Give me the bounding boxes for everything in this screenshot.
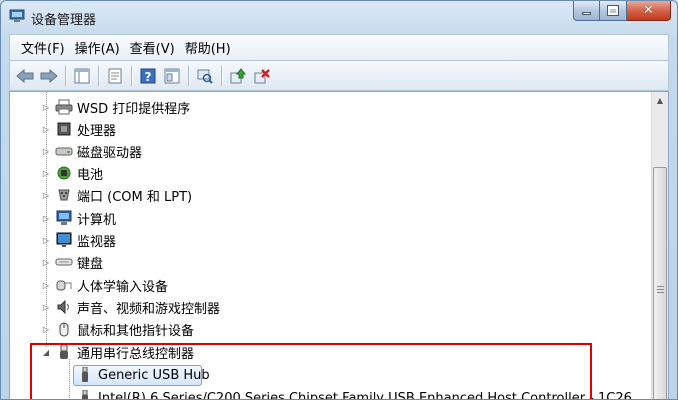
tree-item-label: WSD 打印提供程序	[77, 101, 191, 117]
menu-bar: 文件(F) 操作(A) 查看(V) 帮助(H)	[9, 34, 669, 60]
title-bar[interactable]: 设备管理器 ✕	[1, 1, 677, 33]
device-manager-icon	[9, 9, 25, 23]
tree-item-label: 处理器	[77, 123, 117, 139]
battery-icon	[55, 165, 73, 181]
minimize-icon	[582, 12, 591, 15]
expand-arrow-icon[interactable]: ▷	[41, 124, 51, 134]
hid-icon	[55, 277, 73, 293]
toolbar-separator	[221, 65, 222, 86]
tree-item-label: 键盘	[77, 256, 104, 272]
thumb-grip	[657, 289, 664, 290]
menu-view[interactable]: 查看(V)	[125, 38, 180, 57]
tree-item-label: 电池	[77, 167, 104, 183]
expand-arrow-icon[interactable]: ▷	[41, 235, 51, 245]
forward-button[interactable]	[39, 66, 59, 86]
scroll-up-arrow-icon[interactable]: ▲	[652, 92, 668, 109]
update-driver-button[interactable]	[228, 66, 248, 86]
tree-item-processor[interactable]: ▷ 处理器	[41, 118, 116, 140]
maximize-icon	[608, 6, 618, 15]
view-button[interactable]	[162, 66, 182, 86]
expand-arrow-icon[interactable]: ▷	[41, 146, 51, 156]
tree-item-computer[interactable]: ▷ 计算机	[41, 207, 116, 229]
tree-item-mouse[interactable]: ▷ 鼠标和其他指针设备	[41, 318, 194, 340]
forward-arrow-icon	[40, 68, 58, 83]
properties-icon	[108, 68, 122, 83]
printer-icon	[55, 99, 73, 115]
device-tree: ▷ WSD 打印提供程序 ▷ 处理器 ▷ 磁盘驱动器 ▷ 电池 ▷ 端口 (CO…	[10, 92, 653, 399]
vertical-scrollbar[interactable]: ▲	[651, 92, 668, 399]
minimize-button[interactable]	[573, 1, 600, 21]
toolbar-separator	[131, 65, 132, 86]
expand-arrow-icon[interactable]: ▷	[41, 280, 51, 290]
uninstall-button[interactable]	[252, 66, 272, 86]
tree-item-label: 声音、视频和游戏控制器	[77, 301, 221, 317]
sound-icon	[55, 299, 73, 315]
keyboard-icon	[55, 254, 73, 270]
tree-item-wsd[interactable]: ▷ WSD 打印提供程序	[41, 96, 190, 118]
mouse-icon	[55, 321, 73, 337]
thumb-grip	[657, 292, 664, 293]
scan-hardware-button[interactable]	[195, 66, 215, 86]
tree-item-label: 人体学输入设备	[77, 279, 169, 295]
processor-icon	[55, 121, 73, 137]
monitor-icon	[55, 232, 73, 248]
expand-arrow-icon[interactable]: ▷	[41, 190, 51, 200]
window-title: 设备管理器	[31, 13, 97, 28]
close-icon: ✕	[643, 3, 654, 18]
expand-arrow-icon[interactable]: ▷	[41, 102, 51, 112]
properties-button[interactable]	[105, 66, 125, 86]
red-highlight-box	[30, 343, 592, 399]
help-button[interactable]: ?	[138, 66, 158, 86]
svg-text:?: ?	[145, 70, 152, 84]
menu-file[interactable]: 文件(F)	[16, 38, 70, 57]
menu-help[interactable]: 帮助(H)	[180, 38, 236, 57]
tree-item-keyboard[interactable]: ▷ 键盘	[41, 251, 103, 273]
tree-item-sound[interactable]: ▷ 声音、视频和游戏控制器	[41, 296, 220, 318]
toolbar: ?	[9, 60, 669, 91]
back-button[interactable]	[15, 66, 35, 86]
close-button[interactable]: ✕	[627, 1, 671, 21]
show-hide-console-tree-icon	[74, 68, 90, 83]
toolbar-separator	[65, 65, 66, 86]
tree-item-hid[interactable]: ▷ 人体学输入设备	[41, 274, 168, 296]
show-hide-tree-button[interactable]	[72, 66, 92, 86]
scrollbar-thumb[interactable]	[653, 167, 667, 399]
tree-item-label: 计算机	[77, 212, 117, 228]
expand-arrow-icon[interactable]: ▷	[41, 257, 51, 267]
uninstall-icon	[254, 68, 270, 83]
back-arrow-icon	[16, 68, 34, 83]
expand-arrow-icon[interactable]: ▷	[41, 302, 51, 312]
window-controls: ✕	[573, 1, 671, 21]
computer-icon	[55, 210, 73, 226]
tree-item-monitor[interactable]: ▷ 监视器	[41, 229, 116, 251]
menu-action[interactable]: 操作(A)	[70, 38, 125, 57]
device-tree-panel: ▷ WSD 打印提供程序 ▷ 处理器 ▷ 磁盘驱动器 ▷ 电池 ▷ 端口 (CO…	[9, 91, 669, 399]
update-driver-icon	[230, 67, 246, 83]
scan-hardware-icon	[197, 69, 213, 84]
expand-arrow-icon[interactable]: ▷	[41, 168, 51, 178]
view-icon	[164, 68, 180, 83]
tree-item-disk[interactable]: ▷ 磁盘驱动器	[41, 140, 142, 162]
toolbar-separator	[98, 65, 99, 86]
tree-item-label: 鼠标和其他指针设备	[77, 323, 195, 339]
tree-item-label: 端口 (COM 和 LPT)	[77, 189, 193, 205]
tree-item-ports[interactable]: ▷ 端口 (COM 和 LPT)	[41, 184, 192, 206]
tree-item-battery[interactable]: ▷ 电池	[41, 162, 103, 184]
expand-arrow-icon[interactable]: ▷	[41, 213, 51, 223]
port-icon	[55, 187, 73, 203]
device-manager-window: 设备管理器 ✕ 文件(F) 操作(A) 查看(V) 帮助(H) ? ▷ WSD …	[0, 0, 678, 400]
help-icon: ?	[140, 68, 156, 84]
maximize-button[interactable]	[600, 1, 627, 21]
thumb-grip	[657, 286, 664, 287]
disk-drive-icon	[55, 143, 73, 159]
tree-item-label: 监视器	[77, 234, 117, 250]
toolbar-separator	[188, 65, 189, 86]
expand-arrow-icon[interactable]: ▷	[41, 324, 51, 334]
tree-item-label: 磁盘驱动器	[77, 145, 143, 161]
